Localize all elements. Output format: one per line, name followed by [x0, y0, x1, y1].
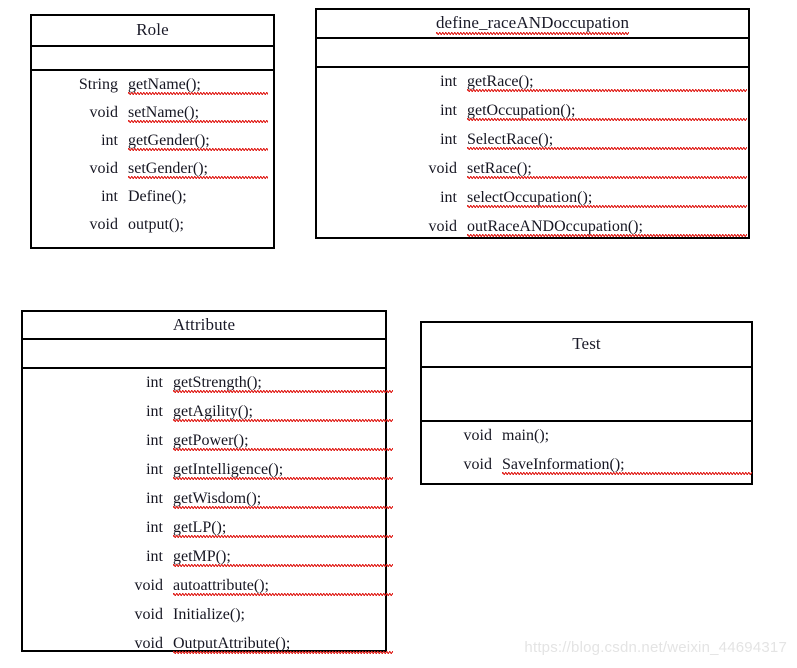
- method-row[interactable]: int selectOccupation();: [317, 190, 748, 219]
- method-row[interactable]: int getPower();: [23, 432, 393, 462]
- method-return-type: void: [463, 427, 492, 444]
- method-return-type: int: [440, 102, 457, 119]
- method-return-type: int: [146, 403, 163, 420]
- class-header-attribute: Attribute: [23, 312, 385, 340]
- class-title-define-raceandoccupation: define_raceANDoccupation: [435, 13, 630, 35]
- class-attributes-define-raceandoccupation: [317, 39, 748, 68]
- method-row[interactable]: int getMP();: [23, 548, 393, 578]
- method-row[interactable]: int getRace();: [317, 74, 748, 103]
- class-attributes-test: [422, 368, 751, 422]
- method-signature: getAgility();: [173, 404, 393, 422]
- method-signature: Initialize();: [173, 606, 245, 623]
- method-row[interactable]: void setRace();: [317, 161, 748, 190]
- method-row[interactable]: int getAgility();: [23, 403, 393, 433]
- method-row[interactable]: void OutputAttribute();: [23, 635, 393, 665]
- method-return-type: void: [463, 456, 492, 473]
- class-methods-role: String getName(); void setName(); int ge…: [32, 71, 273, 245]
- method-signature: getIntelligence();: [173, 462, 393, 480]
- class-header-role: Role: [32, 16, 273, 47]
- method-signature: setGender();: [128, 161, 268, 179]
- method-row[interactable]: int getIntelligence();: [23, 461, 393, 491]
- method-row[interactable]: int getGender();: [32, 133, 273, 161]
- method-return-type: int: [101, 132, 118, 149]
- class-box-define-raceandoccupation[interactable]: define_raceANDoccupation int getRace(); …: [315, 8, 750, 239]
- method-return-type: void: [428, 218, 457, 235]
- method-return-type: int: [146, 519, 163, 536]
- method-signature: getRace();: [467, 74, 747, 92]
- method-return-type: String: [78, 76, 118, 93]
- method-return-type: int: [146, 432, 163, 449]
- method-return-type: int: [146, 374, 163, 391]
- class-methods-test: void main(); void SaveInformation();: [422, 422, 752, 486]
- method-signature: setRace();: [467, 161, 747, 179]
- method-signature: setName();: [128, 105, 268, 123]
- method-signature: getName();: [128, 77, 268, 95]
- class-methods-define-raceandoccupation: int getRace(); int getOccupation(); int …: [317, 68, 748, 248]
- class-title-role: Role: [136, 20, 169, 40]
- method-signature: getGender();: [128, 133, 268, 151]
- method-signature: getMP();: [173, 549, 393, 567]
- class-title-test: Test: [572, 334, 601, 354]
- method-signature: output();: [128, 216, 184, 233]
- method-return-type: void: [134, 606, 163, 623]
- method-return-type: void: [89, 160, 118, 177]
- method-signature: autoattribute();: [173, 578, 393, 596]
- method-row[interactable]: void setGender();: [32, 161, 273, 189]
- class-attributes-role: [32, 47, 273, 71]
- method-return-type: int: [146, 461, 163, 478]
- class-header-define-raceandoccupation: define_raceANDoccupation: [317, 10, 748, 39]
- method-return-type: void: [89, 104, 118, 121]
- method-row[interactable]: int getLP();: [23, 519, 393, 549]
- method-signature: selectOccupation();: [467, 190, 747, 208]
- method-signature: getOccupation();: [467, 103, 747, 121]
- class-box-attribute[interactable]: Attribute int getStrength(); int getAgil…: [21, 310, 393, 654]
- method-signature: getStrength();: [173, 375, 393, 393]
- method-return-type: int: [440, 131, 457, 148]
- method-return-type: int: [146, 548, 163, 565]
- method-row[interactable]: int getStrength();: [23, 374, 393, 404]
- method-row[interactable]: void main();: [422, 428, 751, 457]
- method-row[interactable]: int SelectRace();: [317, 132, 748, 161]
- method-return-type: int: [440, 189, 457, 206]
- source-watermark: https://blog.csdn.net/weixin_44694317: [524, 639, 787, 656]
- method-row[interactable]: int getOccupation();: [317, 103, 748, 132]
- method-signature: main();: [502, 427, 550, 444]
- method-return-type: int: [146, 490, 163, 507]
- method-row[interactable]: void Initialize();: [23, 607, 385, 636]
- method-row[interactable]: void autoattribute();: [23, 577, 393, 607]
- class-box-test[interactable]: Test void main(); void SaveInformation()…: [420, 321, 753, 485]
- method-signature: SelectRace();: [467, 132, 747, 150]
- method-signature: outRaceANDOccupation();: [467, 219, 747, 237]
- class-attributes-attribute: [23, 340, 385, 369]
- class-box-role[interactable]: Role String getName(); void setName(); i…: [30, 14, 275, 249]
- method-row[interactable]: void SaveInformation();: [422, 456, 752, 486]
- class-methods-attribute: int getStrength(); int getAgility(); int…: [23, 369, 393, 665]
- method-row[interactable]: int getWisdom();: [23, 490, 393, 520]
- method-row[interactable]: void setName();: [32, 105, 273, 133]
- method-signature: getWisdom();: [173, 491, 393, 509]
- method-signature: SaveInformation();: [502, 457, 752, 475]
- method-return-type: int: [440, 73, 457, 90]
- method-return-type: void: [134, 577, 163, 594]
- method-signature: getPower();: [173, 433, 393, 451]
- method-row[interactable]: void output();: [32, 217, 273, 245]
- class-title-attribute: Attribute: [172, 314, 236, 334]
- method-return-type: void: [134, 635, 163, 652]
- uml-class-diagram: Role String getName(); void setName(); i…: [0, 0, 797, 668]
- class-header-test: Test: [422, 323, 751, 368]
- method-row[interactable]: void outRaceANDOccupation();: [317, 219, 748, 248]
- method-return-type: int: [101, 188, 118, 205]
- method-signature: Define();: [128, 188, 187, 205]
- method-return-type: void: [89, 216, 118, 233]
- method-signature: getLP();: [173, 520, 393, 538]
- method-return-type: void: [428, 160, 457, 177]
- method-signature: OutputAttribute();: [173, 636, 393, 654]
- method-row[interactable]: String getName();: [32, 77, 273, 105]
- method-row[interactable]: int Define();: [32, 189, 273, 217]
